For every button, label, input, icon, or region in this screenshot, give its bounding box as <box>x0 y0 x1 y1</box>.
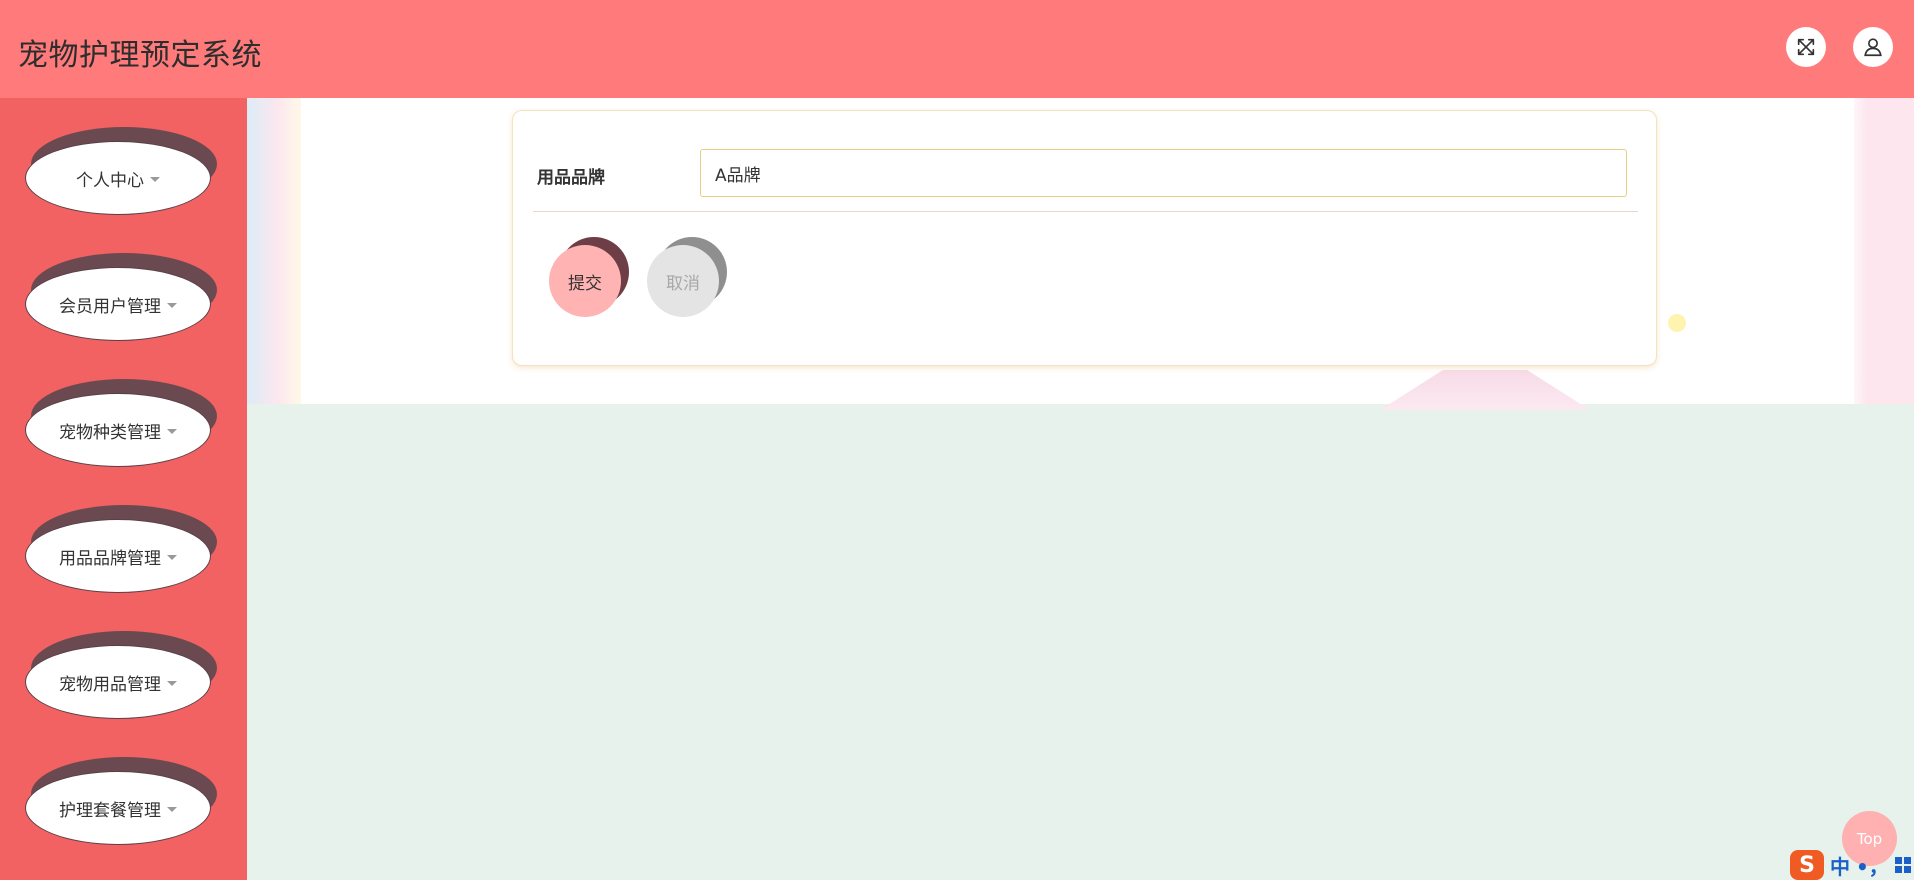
sidebar-item-pet-supplies[interactable]: 宠物用品管理 <box>25 631 217 719</box>
fullscreen-button[interactable] <box>1786 27 1826 67</box>
cancel-button[interactable]: 取消 <box>647 237 727 317</box>
nav-item-face: 宠物种类管理 <box>25 393 211 467</box>
caret-down-icon <box>167 428 177 434</box>
nav-item-face: 会员用户管理 <box>25 267 211 341</box>
caret-down-icon <box>167 806 177 812</box>
sidebar-item-personal-center[interactable]: 个人中心 <box>25 127 217 215</box>
expand-arrows-icon <box>1797 38 1815 56</box>
sidebar-item-brand[interactable]: 用品品牌管理 <box>25 505 217 593</box>
sidebar-item-label: 宠物用品管理 <box>59 674 161 695</box>
ime-mode-toggle[interactable]: 中 <box>1830 851 1850 880</box>
top-header: 宠物护理预定系统 <box>0 0 1914 98</box>
submit-button-label: 提交 <box>549 245 621 317</box>
sidebar-item-member-users[interactable]: 会员用户管理 <box>25 253 217 341</box>
ime-punctuation-toggle[interactable]: •， <box>1856 851 1889 880</box>
cancel-button-label: 取消 <box>647 245 719 317</box>
sidebar-item-label: 宠物种类管理 <box>59 422 161 443</box>
sidebar-item-label: 护理套餐管理 <box>59 800 161 821</box>
user-icon <box>1864 38 1882 57</box>
sidebar-item-pet-species[interactable]: 宠物种类管理 <box>25 379 217 467</box>
brand-field-label: 用品品牌 <box>537 168 605 188</box>
app-title: 宠物护理预定系统 <box>18 38 262 73</box>
caret-down-icon <box>150 176 160 182</box>
decorative-dot <box>1668 314 1686 332</box>
nav-item-face: 用品品牌管理 <box>25 519 211 593</box>
caret-down-icon <box>167 302 177 308</box>
brand-form-card: 用品品牌 提交 取消 <box>512 110 1657 366</box>
nav-item-face: 个人中心 <box>25 141 211 215</box>
nav-item-face: 宠物用品管理 <box>25 645 211 719</box>
sidebar-item-care-package[interactable]: 护理套餐管理 <box>25 757 217 845</box>
submit-button[interactable]: 提交 <box>549 237 629 317</box>
ime-menu-icon[interactable] <box>1894 857 1911 873</box>
sidebar-item-label: 会员用户管理 <box>59 296 161 317</box>
ime-toolbar: S 中 •， <box>1790 850 1914 880</box>
caret-down-icon <box>167 554 177 560</box>
ime-logo-icon[interactable]: S <box>1790 850 1824 880</box>
brand-input[interactable] <box>700 149 1627 197</box>
user-menu-button[interactable] <box>1853 27 1893 67</box>
sidebar: 个人中心 会员用户管理 宠物种类管理 用品品牌管理 宠物用品管理 护理套餐管理 <box>0 98 247 880</box>
nav-item-face: 护理套餐管理 <box>25 771 211 845</box>
caret-down-icon <box>167 680 177 686</box>
form-divider <box>533 211 1638 212</box>
sidebar-item-label: 用品品牌管理 <box>59 548 161 569</box>
sidebar-item-label: 个人中心 <box>76 170 144 191</box>
